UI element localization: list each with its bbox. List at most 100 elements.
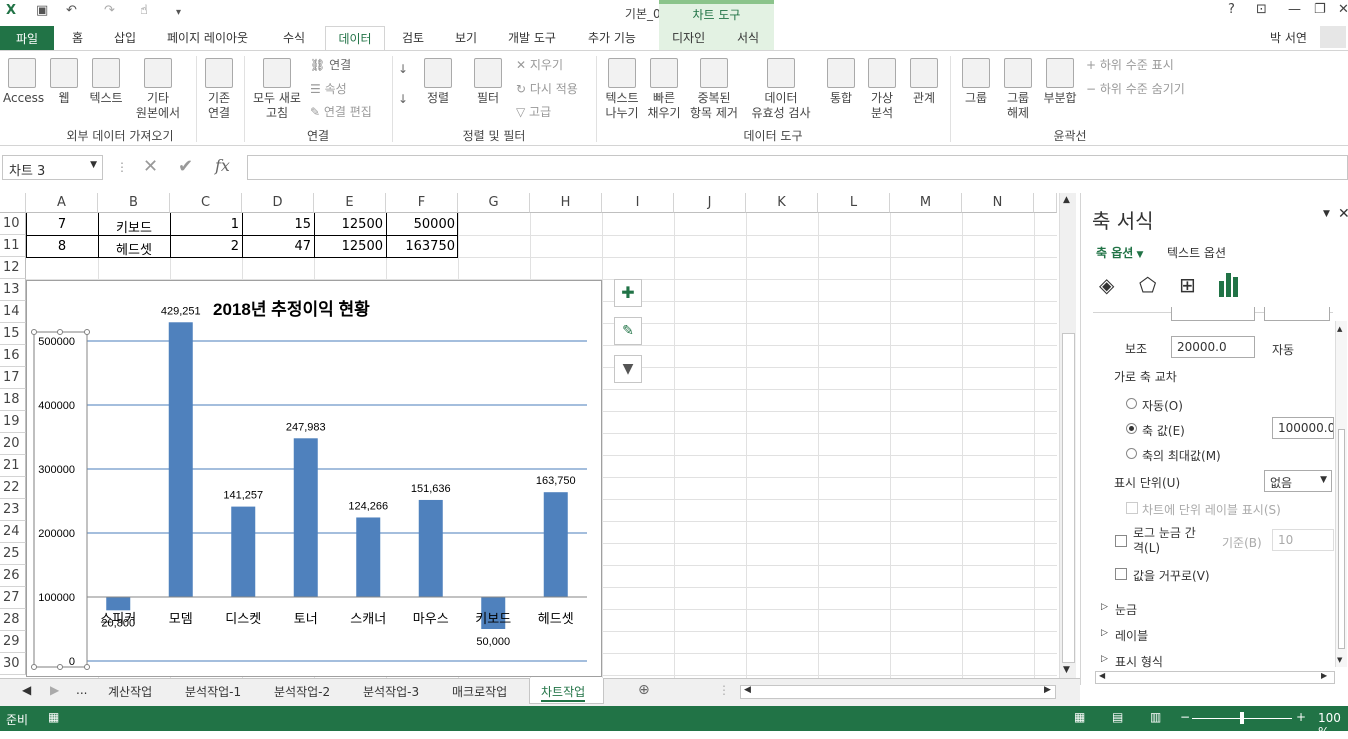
row-header[interactable]: 26	[0, 565, 26, 587]
column-header-partial[interactable]	[1034, 193, 1057, 213]
page-layout-view-icon[interactable]: ▤	[1112, 710, 1123, 724]
show-units-label-checkbox[interactable]	[1126, 502, 1138, 514]
effects-icon[interactable]: ⬠	[1139, 273, 1156, 297]
row-header[interactable]: 18	[0, 389, 26, 411]
hide-detail-button[interactable]: − 하위 수준 숨기기	[1086, 80, 1185, 97]
column-header[interactable]: G	[458, 193, 530, 213]
fill-line-icon[interactable]: ◈	[1099, 273, 1114, 297]
text-to-columns-button[interactable]: 텍스트 나누기	[600, 58, 644, 121]
row-header[interactable]: 14	[0, 301, 26, 323]
normal-view-icon[interactable]: ▦	[1074, 710, 1085, 724]
edit-links-button[interactable]: ✎ 연결 편집	[310, 103, 372, 120]
pane-horizontal-scrollbar[interactable]	[1095, 671, 1335, 684]
scroll-right-icon[interactable]: ▶	[1044, 685, 1051, 695]
row-header[interactable]: 19	[0, 411, 26, 433]
horizontal-scrollbar[interactable]	[740, 685, 1056, 699]
row-header[interactable]: 24	[0, 521, 26, 543]
pane-close-icon[interactable]: ✕	[1338, 206, 1348, 222]
column-header[interactable]: N	[962, 193, 1034, 213]
chart-bar[interactable]	[356, 517, 381, 597]
expand-chevron-icon[interactable]: ▷	[1101, 602, 1108, 612]
row-header[interactable]: 17	[0, 367, 26, 389]
data-validation-button[interactable]: 데이터 유효성 검사	[742, 58, 820, 121]
reapply-button[interactable]: ↻ 다시 적용	[516, 80, 578, 97]
chart-styles-button[interactable]: ✎	[614, 317, 642, 345]
column-header[interactable]: B	[98, 193, 170, 213]
properties-button[interactable]: ☰ 속성	[310, 80, 347, 97]
expand-chevron-icon[interactable]: ▷	[1101, 628, 1108, 638]
major-unit-input-partial[interactable]	[1171, 307, 1255, 321]
tab-add-ins[interactable]: 추가 기능	[588, 29, 636, 46]
formula-input[interactable]	[247, 155, 1348, 180]
row-header[interactable]: 23	[0, 499, 26, 521]
display-units-select[interactable]: 없음 ▼	[1264, 470, 1332, 492]
sheet-tab[interactable]: 분석작업-3	[363, 683, 419, 700]
chart-bar[interactable]	[168, 322, 193, 597]
column-header[interactable]: C	[170, 193, 242, 213]
tab-insert[interactable]: 삽입	[114, 29, 136, 46]
section-labels[interactable]: 레이블	[1115, 627, 1148, 644]
sheet-tab-more[interactable]: ...	[76, 683, 87, 697]
name-box[interactable]: 차트 3 ▼	[2, 155, 103, 180]
size-properties-icon[interactable]: ⊞	[1179, 273, 1196, 297]
enter-icon[interactable]: ✔	[178, 156, 193, 177]
column-header[interactable]: E	[314, 193, 386, 213]
radio-auto[interactable]	[1126, 398, 1137, 409]
next-sheet-icon[interactable]: ▶	[50, 683, 59, 697]
insert-function-icon[interactable]: fx	[215, 156, 230, 175]
ribbon-display-icon[interactable]: ⊡	[1256, 2, 1267, 17]
tab-file[interactable]: 파일	[0, 26, 54, 50]
column-header[interactable]: F	[386, 193, 458, 213]
chart-filters-button[interactable]: ▼	[614, 355, 642, 383]
scroll-left-icon[interactable]: ◀	[1099, 671, 1105, 680]
tab-axis-options[interactable]: 축 옵션 ▼	[1096, 244, 1143, 261]
scroll-thumb[interactable]	[1062, 333, 1075, 663]
from-access-button[interactable]: Access	[3, 58, 44, 106]
what-if-analysis-button[interactable]: 가상 분석	[862, 58, 902, 121]
values-reverse-checkbox[interactable]	[1115, 568, 1127, 580]
row-header[interactable]: 12	[0, 257, 26, 279]
column-header[interactable]: H	[530, 193, 602, 213]
column-header[interactable]: D	[242, 193, 314, 213]
pane-scroll-thumb[interactable]	[1338, 429, 1345, 649]
group-button[interactable]: 그룹	[956, 58, 996, 106]
column-header[interactable]: L	[818, 193, 890, 213]
tab-review[interactable]: 검토	[402, 29, 424, 46]
tab-text-options[interactable]: 텍스트 옵션	[1167, 244, 1226, 261]
sort-button[interactable]: 정렬	[420, 58, 456, 106]
from-web-button[interactable]: 웹	[48, 58, 80, 106]
sheet-tab-active[interactable]: 차트작업	[541, 683, 586, 702]
sheet-tab[interactable]: 계산작업	[108, 683, 152, 700]
chart-bar[interactable]	[543, 492, 568, 597]
new-sheet-icon[interactable]: ⊕	[638, 682, 650, 698]
row-header[interactable]: 30	[0, 653, 26, 675]
chart-bar[interactable]	[231, 506, 256, 597]
tab-developer[interactable]: 개발 도구	[508, 29, 556, 46]
show-detail-button[interactable]: + 하위 수준 표시	[1086, 56, 1174, 73]
axis-options-icon[interactable]	[1219, 271, 1241, 297]
row-header[interactable]: 10	[0, 213, 26, 235]
zoom-out-icon[interactable]: −	[1180, 710, 1190, 724]
help-icon[interactable]: ?	[1228, 2, 1235, 17]
from-text-button[interactable]: 텍스트	[86, 58, 126, 106]
select-all-corner[interactable]	[0, 193, 26, 213]
section-number-format[interactable]: 표시 형식	[1115, 653, 1163, 670]
sheet-tab[interactable]: 매크로작업	[452, 683, 507, 700]
scroll-up-icon[interactable]: ▲	[1337, 325, 1342, 333]
tab-page-layout[interactable]: 페이지 레이아웃	[167, 29, 248, 46]
column-header[interactable]: J	[674, 193, 746, 213]
tab-formulas[interactable]: 수식	[283, 29, 305, 46]
row-header[interactable]: 25	[0, 543, 26, 565]
major-unit-reset-partial[interactable]	[1264, 307, 1330, 321]
clear-filter-button[interactable]: ✕ 지우기	[516, 56, 563, 73]
zoom-slider-thumb[interactable]	[1240, 712, 1244, 724]
chevron-down-icon[interactable]: ▼	[90, 160, 97, 170]
scroll-left-icon[interactable]: ◀	[744, 685, 751, 695]
scroll-down-icon[interactable]: ▼	[1337, 656, 1342, 664]
radio-axis-value[interactable]	[1126, 423, 1137, 434]
chart-bar[interactable]	[293, 438, 318, 597]
tab-home[interactable]: 홈	[72, 29, 83, 46]
sheet-tab[interactable]: 분석작업-2	[274, 683, 330, 700]
row-header[interactable]: 29	[0, 631, 26, 653]
tab-splitter-icon[interactable]: ⋮	[718, 683, 730, 697]
